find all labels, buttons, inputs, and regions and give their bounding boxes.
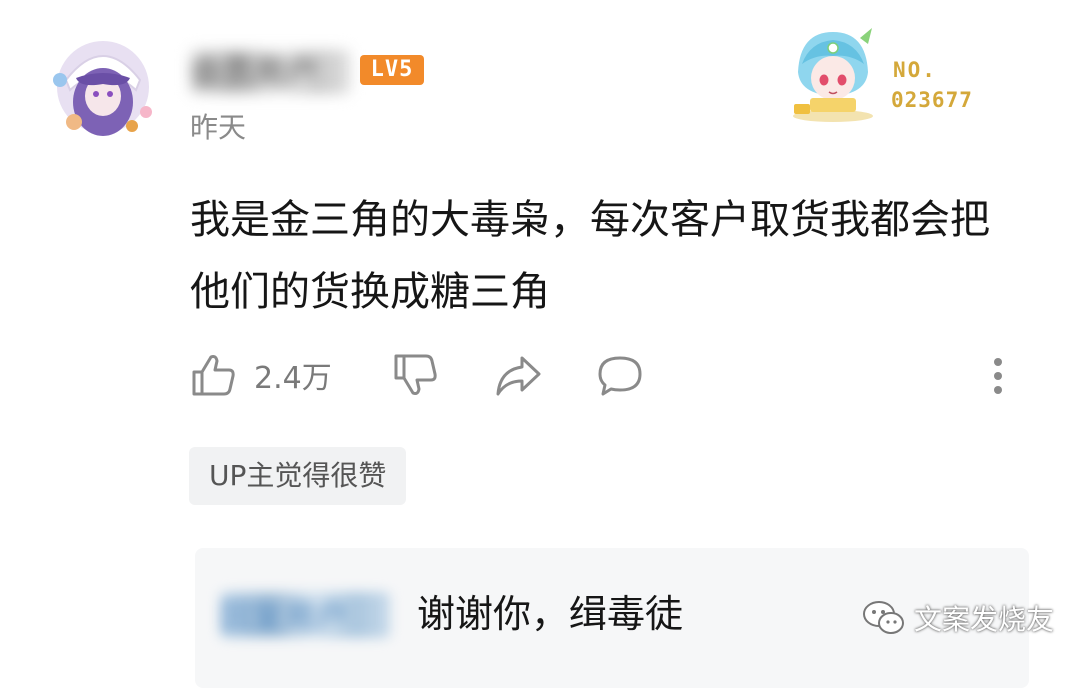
thumbs-down-icon <box>392 352 438 398</box>
watermark-text: 文案发烧友 <box>914 603 1055 636</box>
more-vertical-icon <box>986 354 1010 398</box>
fan-badge-number: 023677 <box>891 88 973 112</box>
reply-username[interactable]: 回复用户 <box>220 592 390 638</box>
like-count: 2.4万 <box>254 361 332 396</box>
like-button[interactable]: 2.4万 <box>190 352 332 398</box>
timestamp: 昨天 <box>190 111 247 144</box>
comment-icon <box>596 354 644 398</box>
level-badge: LV5 <box>360 55 424 85</box>
comment-text: 我是金三角的大毒枭，每次客户取货我都会把他们的货换成糖三角 <box>190 197 990 315</box>
watermark: 文案发烧友 <box>862 598 1054 638</box>
username[interactable]: 会员用户 <box>190 50 350 94</box>
user-avatar[interactable] <box>46 30 160 144</box>
share-icon <box>494 354 542 398</box>
dislike-button[interactable] <box>392 352 438 398</box>
thumbs-up-icon <box>190 352 236 398</box>
reply-button[interactable] <box>596 354 644 398</box>
up-liked-tag: UP主觉得很赞 <box>189 447 407 505</box>
wechat-icon <box>862 599 906 637</box>
fan-badge-label: NO. <box>893 58 937 82</box>
share-button[interactable] <box>494 354 542 398</box>
more-options-button[interactable] <box>986 354 1010 398</box>
reply-text: 谢谢你，缉毒徒 <box>417 592 684 636</box>
fan-badge-icon[interactable] <box>780 24 886 124</box>
